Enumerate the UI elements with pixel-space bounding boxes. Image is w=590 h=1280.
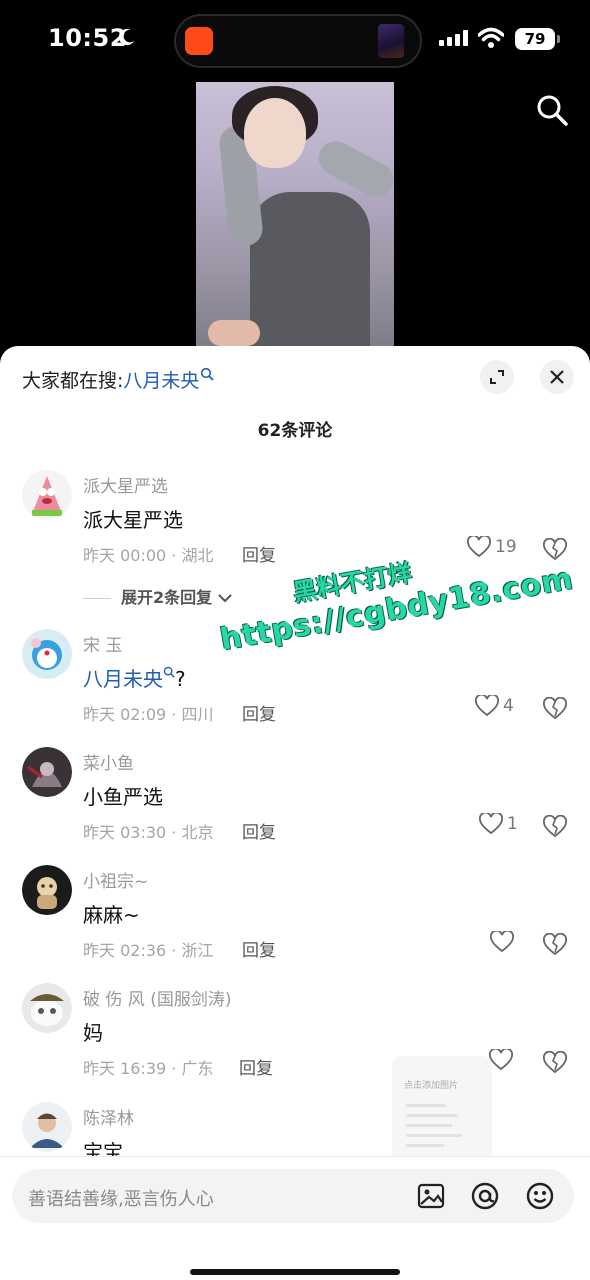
like-button[interactable] [489, 1047, 517, 1077]
expand-button[interactable] [480, 360, 514, 394]
comment-item: 小祖宗~ 麻麻~ 昨天 02:36 · 浙江 回复 [0, 865, 590, 985]
comment-item: 宋 玉 八月未央? 昨天 02:09 · 四川 回复 4 [0, 629, 590, 749]
trending-keyword[interactable]: 八月未央 [123, 370, 199, 392]
broken-heart-icon[interactable] [543, 933, 567, 957]
reply-button[interactable]: 回复 [242, 936, 276, 961]
comment-username[interactable]: 宋 玉 [83, 631, 122, 656]
clock: 10:52 [48, 24, 127, 52]
comment-input-placeholder: 善语结善缘,恶言伤人心 [28, 1189, 214, 1210]
comment-text: 派大星严选 [83, 508, 183, 532]
comment-username[interactable]: 破 伤 风 (国服剑涛) [83, 985, 231, 1010]
comment-meta: 昨天 02:09 · 四川 [83, 705, 214, 724]
cellular-signal-icon [439, 30, 468, 46]
trending-label: 大家都在搜: [22, 370, 124, 392]
photo-add-hint-text: 点击添加图片 [404, 1081, 459, 1091]
comment-username[interactable]: 小祖宗~ [83, 867, 148, 892]
mention-icon[interactable] [470, 1181, 500, 1211]
reply-button[interactable]: 回复 [242, 541, 276, 566]
reply-button[interactable]: 回复 [239, 1054, 273, 1079]
video-preview[interactable] [196, 82, 394, 350]
trending-search[interactable]: 大家都在搜:八月未央 [22, 366, 215, 393]
broken-heart-icon[interactable] [543, 815, 567, 839]
wifi-icon [478, 27, 504, 48]
emoji-icon[interactable] [525, 1181, 555, 1211]
media-thumbnail [378, 24, 404, 58]
comment-username[interactable]: 陈泽林 [83, 1104, 134, 1129]
reply-button[interactable]: 回复 [242, 700, 276, 725]
chevron-down-icon [218, 594, 232, 603]
avatar[interactable] [22, 629, 72, 679]
comment-item: 破 伤 风 (国服剑涛) 妈 昨天 16:39 · 广东 回复 [0, 983, 590, 1103]
heart-icon [479, 811, 503, 835]
comment-username[interactable]: 菜小鱼 [83, 749, 134, 774]
moon-icon [118, 28, 135, 46]
comment-text: 妈 [83, 1021, 103, 1045]
divider [83, 598, 111, 599]
reply-button[interactable]: 回复 [242, 818, 276, 843]
comment-item: 菜小鱼 小鱼严选 昨天 03:30 · 北京 回复 1 [0, 747, 590, 867]
avatar[interactable] [22, 470, 72, 520]
status-bar: 10:52 79 [0, 0, 590, 80]
comment-input-bar: 善语结善缘,恶言伤人心 [0, 1156, 590, 1280]
battery-indicator: 79 [515, 28, 560, 50]
comment-meta: 昨天 03:30 · 北京 [83, 823, 214, 842]
close-button[interactable] [540, 360, 574, 394]
expand-replies-label: 展开2条回复 [121, 588, 213, 607]
comment-text: 麻麻~ [83, 903, 140, 927]
broken-heart-icon[interactable] [543, 538, 567, 562]
comment-text-suffix: ? [175, 667, 186, 691]
comment-meta: 昨天 02:36 · 浙江 [83, 941, 214, 960]
comment-text: 小鱼严选 [83, 785, 163, 809]
heart-icon [475, 693, 499, 717]
search-icon [201, 367, 215, 381]
comment-input[interactable]: 善语结善缘,恶言伤人心 [12, 1169, 574, 1223]
search-icon[interactable] [536, 94, 568, 126]
expand-replies-button[interactable]: 展开2条回复 [83, 584, 232, 608]
home-indicator [190, 1269, 400, 1275]
video-figure [208, 320, 260, 346]
comment-username[interactable]: 派大星严选 [83, 472, 168, 497]
video-figure [244, 98, 306, 168]
heart-icon [489, 1047, 513, 1071]
like-count: 19 [495, 537, 517, 557]
comment-meta: 昨天 00:00 · 湖北 [83, 546, 214, 565]
like-count: 1 [507, 814, 518, 834]
video-figure [250, 192, 370, 350]
avatar[interactable] [22, 747, 72, 797]
search-icon [163, 666, 175, 678]
like-button[interactable]: 19 [467, 534, 517, 564]
avatar[interactable] [22, 865, 72, 915]
comment-sheet: 大家都在搜:八月未央 62条评论 派大星严选 派大星严选 昨天 00:00 · … [0, 346, 590, 1280]
comment-keyword-link[interactable]: 八月未央 [83, 667, 163, 691]
app-icon [185, 27, 213, 55]
broken-heart-icon[interactable] [543, 1051, 567, 1075]
dynamic-island[interactable] [174, 14, 422, 68]
heart-icon [467, 534, 491, 558]
close-icon [550, 370, 564, 384]
like-button[interactable]: 1 [479, 811, 518, 841]
like-button[interactable] [490, 929, 518, 959]
expand-icon [490, 370, 504, 384]
avatar[interactable] [22, 1102, 72, 1152]
comment-count: 62条评论 [257, 421, 333, 441]
comment-meta: 昨天 16:39 · 广东 [83, 1059, 214, 1078]
broken-heart-icon[interactable] [543, 697, 567, 721]
comment-text: 八月未央? [83, 663, 186, 692]
like-count: 4 [503, 696, 514, 716]
heart-icon [490, 929, 514, 953]
image-icon[interactable] [416, 1181, 446, 1211]
avatar[interactable] [22, 983, 72, 1033]
like-button[interactable]: 4 [475, 693, 514, 723]
